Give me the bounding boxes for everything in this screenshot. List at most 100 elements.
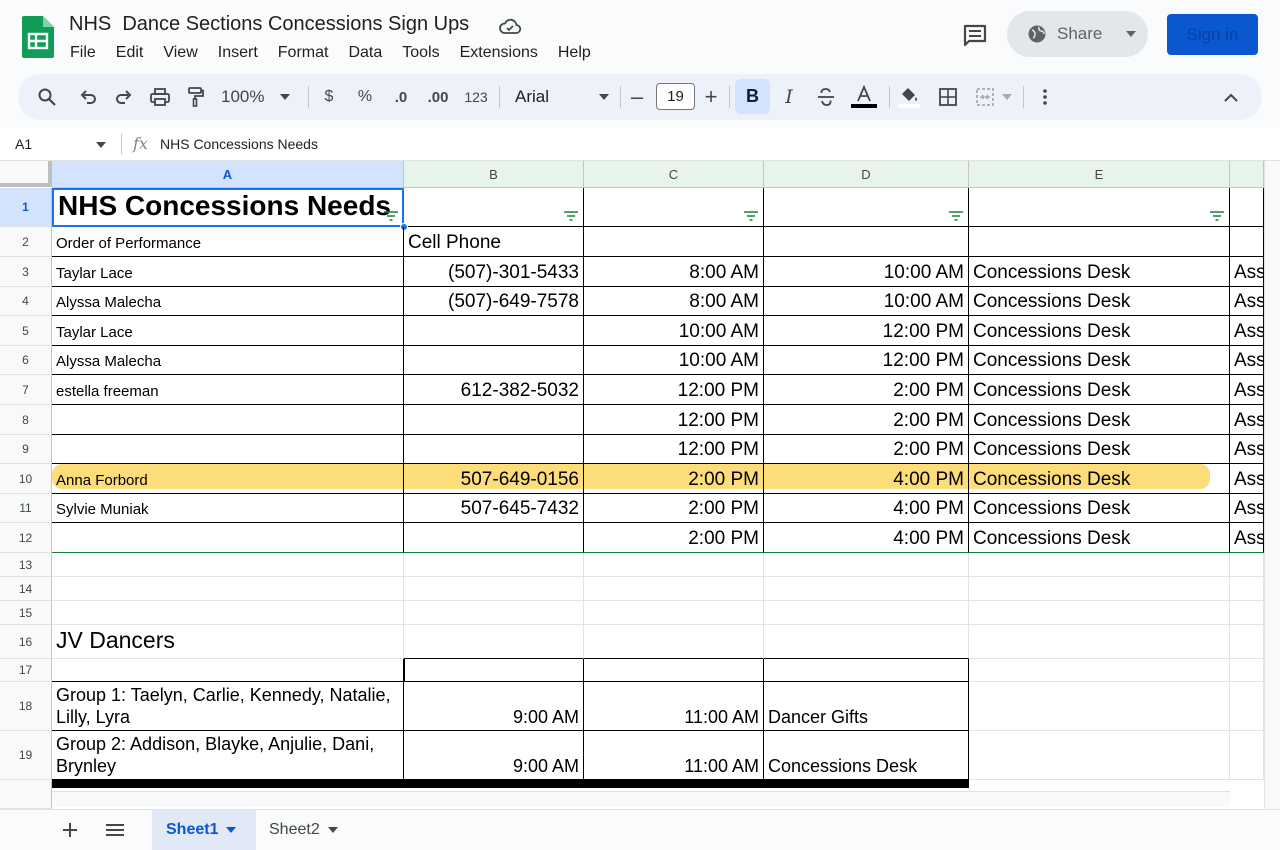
row-header[interactable]: 11	[0, 494, 52, 523]
cell-f1[interactable]	[1230, 188, 1264, 227]
cell-group-start[interactable]: 9:00 AM	[404, 682, 584, 731]
row-header[interactable]: 12	[0, 523, 52, 553]
cell-phone[interactable]	[404, 405, 584, 435]
cell-name[interactable]: estella freeman	[52, 375, 404, 405]
cell-c2[interactable]	[584, 227, 764, 257]
row-header[interactable]: 17	[0, 659, 52, 682]
cell-empty[interactable]	[584, 577, 764, 601]
cell-empty[interactable]	[969, 553, 1230, 577]
cell-group-end[interactable]: 11:00 AM	[584, 682, 764, 731]
cell-empty[interactable]	[764, 553, 969, 577]
cell-end[interactable]: 10:00 AM	[764, 257, 969, 287]
cell-f[interactable]: Ass	[1230, 435, 1264, 464]
cell-empty[interactable]	[52, 601, 404, 625]
undo-button[interactable]	[73, 74, 103, 120]
currency-format-button[interactable]: $	[316, 74, 342, 120]
cell-start[interactable]: 2:00 PM	[584, 523, 764, 553]
cell-phone[interactable]: (507)-649-7578	[404, 287, 584, 316]
filter-icon[interactable]	[564, 211, 578, 221]
row-header[interactable]: 10	[0, 464, 52, 494]
paint-format-button[interactable]	[181, 74, 211, 120]
cell-empty[interactable]	[764, 577, 969, 601]
cell-empty[interactable]	[52, 553, 404, 577]
more-options-button[interactable]	[1030, 74, 1060, 120]
row-header[interactable]: 8	[0, 405, 52, 435]
cell-phone[interactable]: 507-649-0156	[404, 464, 584, 494]
cell-d1[interactable]	[764, 188, 969, 227]
row-header[interactable]: 9	[0, 435, 52, 464]
cell-empty[interactable]	[404, 577, 584, 601]
cell-end[interactable]: 2:00 PM	[764, 435, 969, 464]
row-header[interactable]: 2	[0, 227, 52, 257]
cell-b2[interactable]: Cell Phone	[404, 227, 584, 257]
cell-location[interactable]: Concessions Desk	[969, 494, 1230, 523]
cell-b1[interactable]	[404, 188, 584, 227]
cell-name[interactable]: Anna Forbord	[52, 464, 404, 494]
row-header[interactable]: 19	[0, 731, 52, 780]
menu-file[interactable]: File	[60, 42, 106, 64]
share-options-button[interactable]	[1114, 11, 1148, 57]
cell-location[interactable]: Concessions Desk	[969, 287, 1230, 316]
menu-help[interactable]: Help	[548, 42, 601, 64]
cell-group-location[interactable]: Concessions Desk	[764, 731, 969, 780]
cell-a2[interactable]: Order of Performance	[52, 227, 404, 257]
cell-group-name[interactable]: Group 2: Addison, Blayke, Anjulie, Dani,…	[52, 731, 404, 780]
row-header[interactable]: 5	[0, 316, 52, 346]
comments-button[interactable]	[957, 18, 993, 54]
cell-location[interactable]: Concessions Desk	[969, 257, 1230, 287]
collapse-toolbar-button[interactable]	[1216, 74, 1246, 120]
filter-icon[interactable]	[1210, 211, 1224, 221]
decrease-font-size-button[interactable]: –	[626, 74, 648, 120]
fill-color-button[interactable]	[894, 74, 924, 120]
cell-start[interactable]: 10:00 AM	[584, 316, 764, 346]
cell-end[interactable]: 12:00 PM	[764, 316, 969, 346]
text-color-button[interactable]	[847, 74, 881, 120]
row-header[interactable]: 6	[0, 346, 52, 375]
cell-end[interactable]: 2:00 PM	[764, 405, 969, 435]
cell-empty[interactable]	[969, 601, 1230, 625]
cell-name[interactable]: Sylvie Muniak	[52, 494, 404, 523]
menu-view[interactable]: View	[153, 42, 207, 64]
cell-f[interactable]: Ass	[1230, 405, 1264, 435]
row-header[interactable]: 18	[0, 682, 52, 731]
cell-location[interactable]: Concessions Desk	[969, 405, 1230, 435]
cell-name[interactable]: Taylar Lace	[52, 257, 404, 287]
merge-cells-button[interactable]	[970, 74, 1018, 120]
row-header[interactable]: 15	[0, 601, 52, 625]
row-header[interactable]: 4	[0, 287, 52, 316]
filter-icon[interactable]	[384, 211, 398, 221]
cell-c1[interactable]	[584, 188, 764, 227]
all-sheets-button[interactable]	[103, 810, 127, 850]
cell-e1[interactable]	[969, 188, 1230, 227]
cell-name[interactable]	[52, 435, 404, 464]
cell-location[interactable]: Concessions Desk	[969, 523, 1230, 553]
cell-empty[interactable]	[1230, 682, 1264, 731]
strikethrough-button[interactable]	[811, 74, 841, 120]
row-header[interactable]: 13	[0, 553, 52, 577]
cell-d2[interactable]	[764, 227, 969, 257]
cell-empty[interactable]	[969, 577, 1230, 601]
cell-end[interactable]: 2:00 PM	[764, 375, 969, 405]
cell-empty[interactable]	[404, 601, 584, 625]
column-header-e[interactable]: E	[969, 161, 1230, 188]
column-header-a[interactable]: A	[52, 161, 404, 188]
cell-f[interactable]: Ass	[1230, 316, 1264, 346]
cell-empty[interactable]	[764, 625, 969, 659]
cell-group-location[interactable]: Dancer Gifts	[764, 682, 969, 731]
cell-e2[interactable]	[969, 227, 1230, 257]
cell-location[interactable]: Concessions Desk	[969, 316, 1230, 346]
cell-group-name[interactable]: Group 1: Taelyn, Carlie, Kennedy, Natali…	[52, 682, 404, 731]
cell-empty[interactable]	[1230, 553, 1264, 577]
cell-empty[interactable]	[1230, 601, 1264, 625]
add-sheet-button[interactable]	[58, 810, 82, 850]
more-formats-button[interactable]: 123	[461, 74, 491, 120]
name-box[interactable]: A1	[15, 136, 32, 152]
cell-start[interactable]: 2:00 PM	[584, 464, 764, 494]
increase-font-size-button[interactable]: +	[700, 74, 722, 120]
cell-f[interactable]: Ass	[1230, 346, 1264, 375]
horizontal-scrollbar[interactable]	[52, 791, 1230, 807]
column-header-f[interactable]	[1230, 161, 1264, 188]
cell-empty[interactable]	[969, 625, 1230, 659]
cell-start[interactable]: 12:00 PM	[584, 375, 764, 405]
cell-group-end[interactable]: 11:00 AM	[584, 731, 764, 780]
